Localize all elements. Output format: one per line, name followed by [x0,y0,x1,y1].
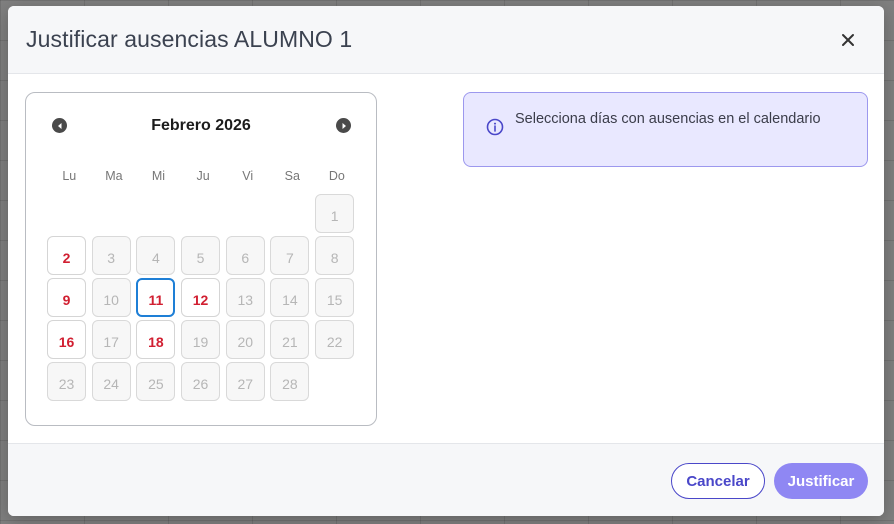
day-cell-24: 24 [91,362,131,401]
dialog-body: Febrero 2026 Lu Ma Mi Ju Vi Sa Do 1 2 3 4 5 6 7 8 9 10 1… [8,74,884,443]
empty-day-cell [136,194,175,233]
next-month-button[interactable] [336,118,351,133]
empty-day-cell [226,194,265,233]
weekday-label: Ju [196,169,210,183]
weekday-header: Lu Ma Mi Ju Vi Sa Do [47,169,359,183]
day-cell-18[interactable]: 18 [136,320,176,359]
day-cell-8: 8 [315,236,355,275]
info-text: Selecciona días con ausencias en el cale… [515,111,821,127]
day-cell-16[interactable]: 16 [47,320,86,359]
month-label: Febrero 2026 [151,117,251,134]
day-cell-23: 23 [47,362,86,401]
day-cell-27: 27 [225,362,265,401]
weekday-label: Mi [151,169,166,183]
day-cell-14: 14 [270,278,310,317]
close-icon [842,33,854,46]
day-cell-26: 26 [181,362,221,401]
day-cell-7: 7 [270,236,310,275]
cancel-button[interactable]: Cancelar [671,463,765,499]
day-cell-10: 10 [91,278,131,317]
day-cell-1: 1 [315,194,355,233]
justify-button[interactable]: Justificar [774,463,868,499]
day-cell-17: 17 [91,320,131,359]
day-cell-19: 19 [181,320,221,359]
info-message: Selecciona días con ausencias en el cale… [463,92,868,167]
empty-day-cell [47,194,86,233]
close-button[interactable] [836,28,860,52]
weekday-label: Vi [242,169,254,183]
day-cell-6: 6 [225,236,265,275]
day-cell-3: 3 [91,236,131,275]
calendar: Febrero 2026 Lu Ma Mi Ju Vi Sa Do 1 2 3 4 5 6 7 8 9 10 1… [25,92,377,426]
calendar-header: Febrero 2026 [26,115,376,137]
dialog-header: Justificar ausencias ALUMNO 1 [8,6,884,74]
day-cell-2[interactable]: 2 [47,236,86,275]
dialog-title: Justificar ausencias ALUMNO 1 [26,26,353,52]
day-cell-28: 28 [270,362,310,401]
weekday-label: Ma [105,169,123,183]
day-cell-15: 15 [315,278,355,317]
weekday-label: Sa [284,169,300,183]
day-cell-20: 20 [225,320,265,359]
empty-day-cell [270,194,309,233]
day-cell-5: 5 [181,236,221,275]
dialog-footer: Cancelar Justificar [8,443,884,516]
day-cell-25: 25 [136,362,176,401]
day-cell-21: 21 [270,320,310,359]
justify-absences-dialog: Justificar ausencias ALUMNO 1 Febrero 20… [8,6,884,516]
day-cell-9[interactable]: 9 [47,278,86,317]
day-cell-11[interactable]: 11 [136,278,176,317]
chevron-right-icon [342,122,346,129]
day-grid: 1 2 3 4 5 6 7 8 9 10 11 12 13 14 15 16 17 18 19 20 21 22 23 24 2… [47,194,367,401]
day-cell-12[interactable]: 12 [181,278,221,317]
empty-day-cell [181,194,220,233]
day-cell-13: 13 [225,278,265,317]
empty-day-cell [92,194,131,233]
info-icon [486,118,504,136]
weekday-label: Lu [62,169,77,183]
day-cell-4: 4 [136,236,176,275]
day-cell-22: 22 [315,320,355,359]
weekday-label: Do [328,169,345,183]
